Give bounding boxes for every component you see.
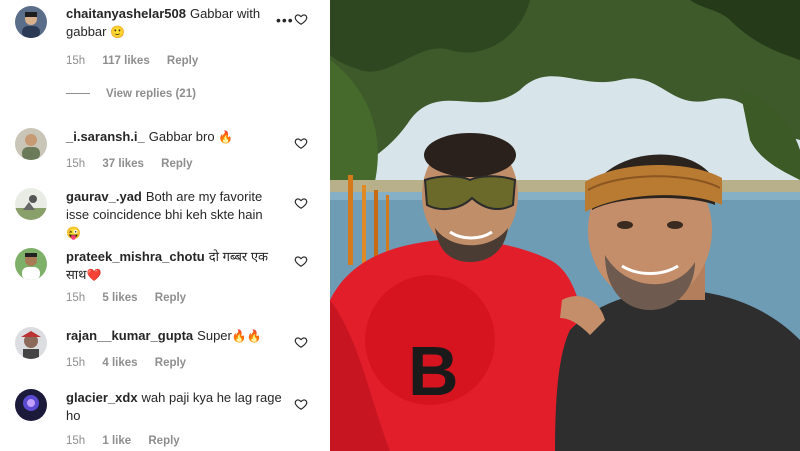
comment-emoji: ❤️: [86, 268, 102, 282]
comment-likes[interactable]: 1 like: [102, 435, 131, 447]
comment-time: 15h: [66, 357, 86, 369]
like-heart-icon[interactable]: [294, 397, 308, 411]
comment-meta: 15h 1 like Reply: [66, 435, 194, 447]
avatar[interactable]: [15, 389, 47, 421]
comment-body: Super: [197, 328, 232, 343]
post-photo: B: [330, 0, 800, 451]
comment-emoji: 🔥: [218, 130, 234, 144]
comment-username[interactable]: rajan__kumar_gupta: [66, 328, 193, 343]
reply-button[interactable]: Reply: [148, 435, 179, 447]
comment-emoji: 🔥🔥: [231, 329, 262, 343]
comment-emoji: 🙂: [110, 25, 126, 39]
comment-text: _i.saransh.i_ Gabbar bro 🔥: [66, 128, 286, 146]
comment-username[interactable]: chaitanyashelar508: [66, 6, 186, 21]
like-heart-icon[interactable]: [294, 136, 308, 150]
selfie-photo: B: [330, 0, 800, 451]
comment-text: gaurav_.yad Both are my favorite isse coi…: [66, 188, 286, 242]
comment-time: 15h: [66, 55, 86, 67]
comment-meta: 15h 37 likes Reply: [66, 158, 207, 170]
comment-emoji: 😜: [66, 226, 81, 240]
avatar[interactable]: [15, 128, 47, 160]
comment-likes[interactable]: 117 likes: [102, 55, 149, 67]
avatar[interactable]: [15, 6, 47, 38]
comment-meta: 15h 117 likes Reply: [66, 55, 212, 67]
comment-likes[interactable]: 4 likes: [102, 357, 137, 369]
comment-body: Gabbar bro: [148, 129, 215, 144]
avatar[interactable]: [15, 327, 47, 359]
reply-button[interactable]: Reply: [155, 357, 186, 369]
comment-time: 15h: [66, 435, 86, 447]
reply-button[interactable]: Reply: [161, 158, 192, 170]
far-shore: [330, 180, 800, 194]
like-heart-icon[interactable]: [294, 335, 308, 349]
comment-text: prateek_mishra_chotu दो गब्बर एक साथ❤️: [66, 248, 286, 284]
comment-text: rajan__kumar_gupta Super🔥🔥: [66, 327, 286, 345]
reply-button[interactable]: Reply: [167, 55, 198, 67]
comment-likes[interactable]: 37 likes: [102, 158, 144, 170]
comment-time: 15h: [66, 292, 86, 304]
view-replies-button[interactable]: View replies (21): [66, 88, 196, 100]
reply-button[interactable]: Reply: [155, 292, 186, 304]
like-heart-icon[interactable]: [294, 196, 308, 210]
view-replies-label: View replies (21): [106, 88, 196, 100]
comment-likes[interactable]: 5 likes: [102, 292, 137, 304]
more-options-icon[interactable]: •••: [276, 12, 294, 28]
comment-username[interactable]: gaurav_.yad: [66, 189, 142, 204]
replies-divider: [66, 93, 90, 95]
comment-text: chaitanyashelar508 Gabbar with gabbar 🙂: [66, 5, 286, 41]
like-heart-icon[interactable]: [294, 12, 308, 26]
avatar[interactable]: [15, 188, 47, 220]
comment-username[interactable]: _i.saransh.i_: [66, 129, 145, 144]
comment-username[interactable]: prateek_mishra_chotu: [66, 249, 205, 264]
comment-username[interactable]: glacier_xdx: [66, 390, 138, 405]
comment-text: glacier_xdx wah paji kya he lag rage ho: [66, 389, 286, 425]
comment-time: 15h: [66, 158, 86, 170]
comments-panel: chaitanyashelar508 Gabbar with gabbar 🙂 •…: [0, 0, 328, 451]
like-heart-icon[interactable]: [294, 254, 308, 268]
avatar[interactable]: [15, 248, 47, 280]
comment-meta: 15h 5 likes Reply: [66, 292, 200, 304]
svg-text:B: B: [408, 332, 459, 410]
comment-meta: 15h 4 likes Reply: [66, 357, 200, 369]
